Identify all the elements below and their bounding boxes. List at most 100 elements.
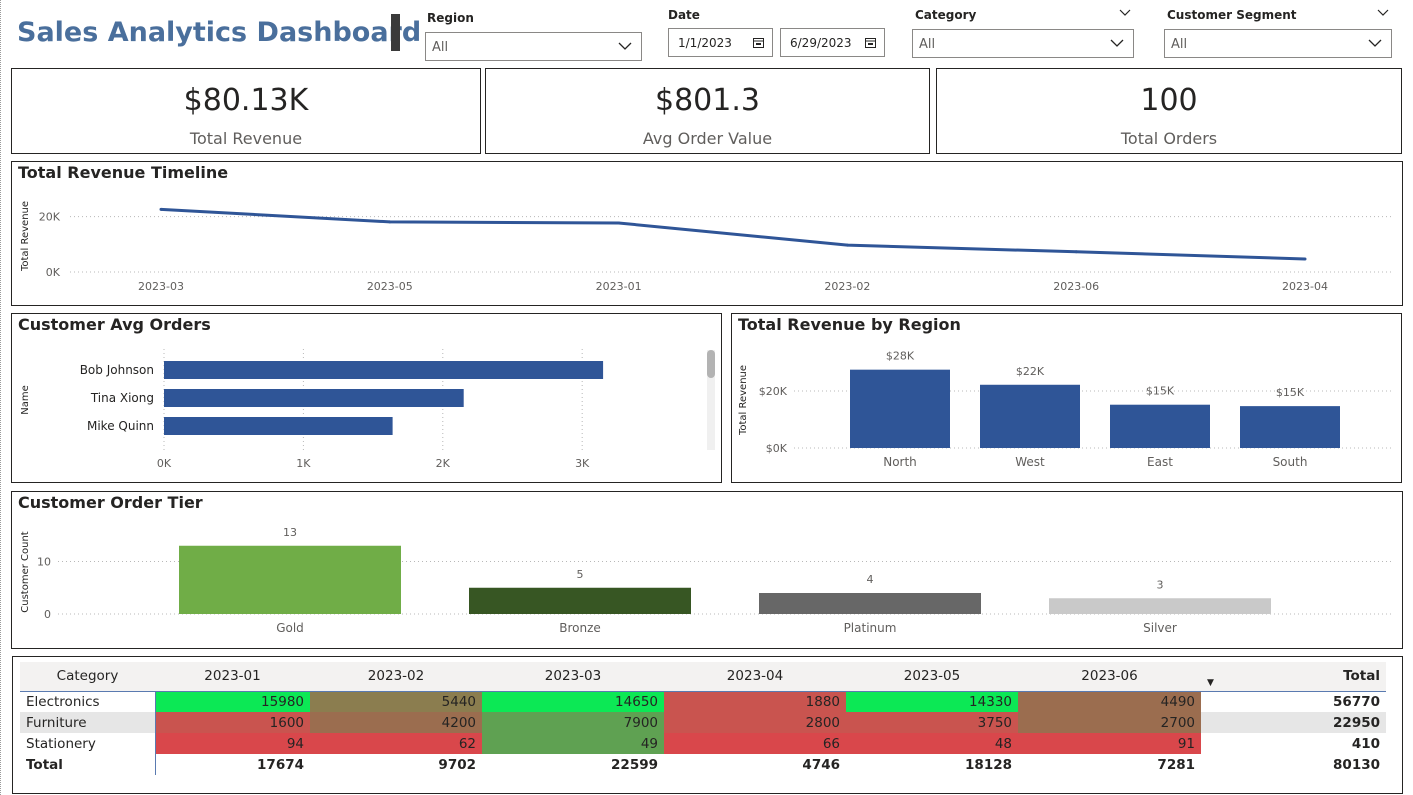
- matrix-cell: 2700: [1018, 712, 1201, 733]
- column-header[interactable]: 2023-02: [310, 662, 482, 692]
- category-slicer-label: Category: [915, 8, 977, 22]
- segment-dropdown[interactable]: All: [1164, 29, 1392, 58]
- end-date-input[interactable]: 6/29/2023: [780, 28, 885, 57]
- bar: [164, 361, 604, 379]
- y-tick-label: 20K: [39, 211, 61, 224]
- grand-total-cell: 80130: [1333, 756, 1380, 773]
- row-category-label: Furniture: [20, 712, 156, 733]
- revenue-by-region-panel: Total Revenue by Region $0K $20K Total Rev…: [731, 313, 1402, 483]
- column-header[interactable]: 2023-04: [664, 662, 846, 692]
- data-label: 4: [867, 573, 874, 586]
- table-row[interactable]: Stationery 94 62 49 66 48 91 410: [20, 733, 1386, 754]
- bar: [179, 545, 401, 614]
- column-header[interactable]: 2023-06: [1018, 662, 1201, 692]
- series-line: [160, 207, 1306, 261]
- column-header[interactable]: 2023-05: [846, 662, 1018, 692]
- row-total-cell: 22950: [1201, 712, 1386, 733]
- y-axis-label: Total Revenue: [20, 201, 31, 272]
- column-header[interactable]: 2023-01: [155, 662, 310, 692]
- x-tick-label: Bronze: [559, 621, 601, 635]
- data-point: [845, 243, 849, 247]
- chevron-down-icon[interactable]: [1376, 8, 1390, 18]
- category-label: Bob Johnson: [80, 363, 154, 377]
- column-header[interactable]: 2023-03: [482, 662, 664, 692]
- column-total-cell: 17674: [257, 756, 304, 773]
- data-label: $22K: [1016, 365, 1045, 378]
- x-tick-label: 2023-01: [596, 280, 642, 293]
- bar: [164, 389, 464, 407]
- customer-avg-orders-panel: Customer Avg Orders 0K 1K 2K 3K Name Bob John…: [11, 313, 722, 483]
- matrix-cell: 14330: [846, 691, 1018, 712]
- x-tick-label: Silver: [1143, 621, 1177, 635]
- x-tick-label: 2023-04: [1282, 280, 1328, 293]
- bar: [469, 587, 691, 614]
- region-dropdown[interactable]: All: [425, 32, 642, 61]
- matrix-cell: 48: [846, 733, 1018, 754]
- segment-slicer-label: Customer Segment: [1167, 8, 1297, 22]
- revenue-timeline-chart: 0K 20K Total Revenue 2023-03 2023-05 2023-01 2…: [20, 201, 1394, 293]
- matrix-cell: 1600: [155, 712, 310, 733]
- y-tick-label: 10: [37, 556, 51, 569]
- sort-desc-icon[interactable]: ▼: [1207, 678, 1214, 688]
- y-tick-label: 0: [44, 608, 51, 621]
- category-month-matrix: Category 2023-01 2023-02 2023-03 2023-04…: [12, 656, 1403, 794]
- column-header-total[interactable]: Total: [1201, 662, 1386, 692]
- category-dropdown-value: All: [919, 37, 936, 52]
- data-point: [617, 221, 621, 225]
- chevron-down-icon[interactable]: [1118, 8, 1132, 18]
- matrix-cell: 66: [664, 733, 846, 754]
- calendar-icon[interactable]: [753, 37, 764, 48]
- matrix-cell: 4490: [1018, 691, 1201, 712]
- x-tick-label: 2K: [436, 457, 451, 470]
- customer-order-tier-panel: Customer Order Tier 0 10 Customer Count 13 G…: [11, 491, 1403, 649]
- matrix-cell: 1880: [664, 691, 846, 712]
- revenue-timeline-panel: Total Revenue Timeline 0K 20K Total Revenu…: [11, 161, 1403, 306]
- matrix-header-row: Category 2023-01 2023-02 2023-03 2023-04…: [20, 662, 1386, 692]
- y-axis-label: Total Revenue: [738, 365, 749, 436]
- x-tick-label: 1K: [296, 457, 311, 470]
- total-orders-card: 100 Total Orders: [936, 68, 1402, 154]
- start-date-input[interactable]: 1/1/2023: [668, 28, 773, 57]
- data-label: 5: [577, 568, 584, 581]
- x-tick-label: 2023-06: [1053, 280, 1099, 293]
- bar: [1110, 404, 1210, 448]
- end-date-value: 6/29/2023: [790, 36, 852, 50]
- row-category-label: Electronics: [20, 691, 156, 712]
- date-slicer-label: Date: [668, 8, 700, 22]
- calendar-icon[interactable]: [865, 37, 876, 48]
- y-axis-label: Customer Count: [20, 531, 31, 613]
- chevron-down-icon: [618, 42, 632, 50]
- x-tick-label: 3K: [575, 457, 590, 470]
- card-value: $801.3: [655, 83, 760, 118]
- y-tick-label: $20K: [759, 385, 788, 398]
- total-revenue-card: $80.13K Total Revenue: [11, 68, 481, 154]
- data-label: $15K: [1146, 385, 1175, 398]
- bar: [164, 417, 393, 435]
- x-tick-label: West: [1015, 455, 1045, 469]
- column-total-cell: 4746: [802, 756, 840, 773]
- column-header[interactable]: Category: [20, 662, 155, 692]
- x-tick-label: North: [883, 455, 917, 469]
- category-dropdown[interactable]: All: [912, 29, 1134, 58]
- scrollbar-thumb[interactable]: [707, 350, 715, 378]
- title-accent-bar: [391, 14, 400, 51]
- bar: [850, 369, 950, 448]
- customer-avg-orders-chart: 0K 1K 2K 3K Name Bob Johnson Tina Xiong Mike Qu…: [20, 349, 715, 470]
- bar: [1049, 598, 1271, 614]
- data-label: 13: [283, 526, 297, 539]
- x-tick-label: 2023-02: [824, 280, 870, 293]
- data-point: [1074, 250, 1078, 254]
- x-tick-label: Platinum: [844, 621, 897, 635]
- column-total-cell: 22599: [611, 756, 658, 773]
- x-tick-label: 2023-03: [138, 280, 184, 293]
- avg-order-value-card: $801.3 Avg Order Value: [485, 68, 930, 154]
- row-category-label: Stationery: [20, 733, 156, 754]
- matrix-cell: 14650: [482, 691, 664, 712]
- revenue-by-region-chart: $0K $20K Total Revenue $28K North $22K West $15…: [738, 350, 1394, 469]
- table-row[interactable]: Furniture 1600 4200 7900 2800 3750 2700 22950: [20, 712, 1386, 733]
- table-row[interactable]: Electronics 15980 5440 14650 1880 14330 4490 56…: [20, 691, 1386, 712]
- page-title: Sales Analytics Dashboard: [17, 17, 422, 48]
- card-label: Total Orders: [1120, 129, 1218, 148]
- x-tick-label: Gold: [276, 621, 304, 635]
- data-point: [388, 220, 392, 224]
